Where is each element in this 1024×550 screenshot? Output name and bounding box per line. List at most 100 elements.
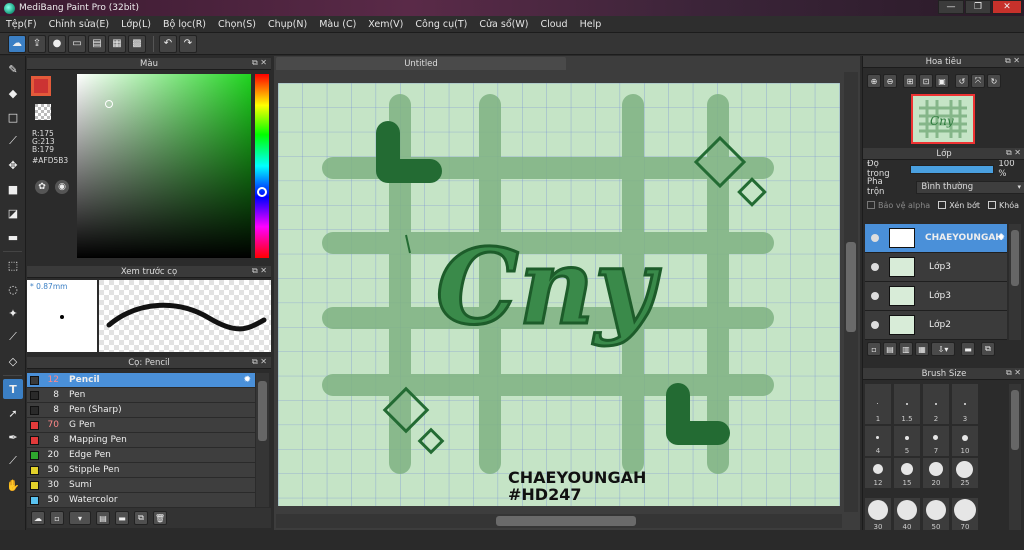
brush-page-icon[interactable]: ▤ [96,511,110,525]
fill-icon[interactable]: ■ [3,179,23,199]
panel-float-close-icon[interactable]: ⧉ ✕ [1006,368,1021,378]
brush-item-mapping-pen[interactable]: 8 Mapping Pen [27,433,255,448]
hue-slider-handle[interactable] [257,187,267,197]
transparent-color-swatch[interactable] [35,104,51,120]
folder-icon[interactable]: ▬ [115,511,129,525]
brush-size-cell[interactable]: 50 [923,498,949,532]
panel-icon[interactable]: ▦ [108,34,126,53]
brush-size-cell[interactable]: 70 [952,498,978,532]
brush-size-cell[interactable]: 7 [923,426,949,456]
fit-icon[interactable]: ⊞ [903,74,917,88]
new-brush-icon[interactable]: ▫ [50,511,64,525]
gear-icon[interactable]: ✹ [997,233,1005,243]
hand-icon[interactable]: ✋ [3,475,23,495]
layer-item[interactable]: Lớp2 [865,311,1007,340]
menu-color[interactable]: Màu (C) [313,19,362,30]
layer-item[interactable]: CHAEYOUNGAH ✹ [865,224,1007,253]
cloud-icon[interactable]: ☁ [8,34,26,53]
bucket-icon[interactable]: ◪ [3,203,23,223]
brush-item-stipple-pen[interactable]: 50 Stipple Pen [27,463,255,478]
scrollbar-thumb[interactable] [1011,390,1019,450]
menu-layer[interactable]: Lớp(L) [115,19,157,30]
close-button[interactable]: ✕ [992,0,1022,14]
brush-size-cell[interactable]: 5 [894,426,920,456]
lock-checkbox[interactable] [987,201,996,209]
zoom-in-icon[interactable]: ⊕ [867,74,881,88]
brush-item-pencil[interactable]: 12 Pencil ✹ [27,373,255,388]
rotate-right-icon[interactable]: ↻ [987,74,1001,88]
brush-size-cell[interactable]: 4 [865,426,891,456]
menu-help[interactable]: Help [574,19,608,30]
brush-item-pen[interactable]: 8 Pen [27,388,255,403]
gradient-icon[interactable]: ▬ [3,227,23,247]
halftone-layer-icon[interactable]: ▦ [915,342,929,356]
magic-wand-icon[interactable]: ✦ [3,303,23,323]
navigator-thumbnail[interactable]: Cny [911,94,975,144]
menu-edit[interactable]: Chỉnh sửa(E) [43,19,116,30]
lasso-icon[interactable]: ◌ [3,279,23,299]
dropper-icon[interactable]: ⟋ [3,451,23,471]
brush-select-icon[interactable]: ⟋ [3,131,23,151]
share-icon[interactable]: ⇪ [28,34,46,53]
comment-icon[interactable]: ▭ [68,34,86,53]
layer-list-scrollbar[interactable] [1009,224,1021,340]
brush-size-cell[interactable]: 40 [894,498,920,532]
grid-icon[interactable]: ▩ [128,34,146,53]
eye-icon[interactable] [871,292,879,300]
actual-size-icon[interactable]: ⊡ [919,74,933,88]
eyedropper-icon[interactable]: ✒ [3,427,23,447]
color-wheel-icon[interactable]: ◉ [55,180,69,194]
menu-select[interactable]: Chọn(S) [212,19,262,30]
eye-icon[interactable] [871,263,879,271]
scrollbar-thumb[interactable] [846,242,856,332]
add-layer-menu-icon[interactable]: ⇩▾ [931,342,955,356]
panel-float-close-icon[interactable]: ⧉ ✕ [1005,56,1020,66]
color-picker-handle[interactable] [105,100,113,108]
scrollbar-thumb[interactable] [258,381,267,441]
rectangle-icon[interactable]: □ [3,107,23,127]
menu-snap[interactable]: Chụp(N) [262,19,313,30]
select-eraser-icon[interactable]: ◇ [3,351,23,371]
foreground-color-swatch[interactable] [31,76,51,96]
brush-item-pen-sharp[interactable]: 8 Pen (Sharp) [27,403,255,418]
minimize-button[interactable]: — [938,0,964,14]
opacity-slider[interactable] [909,164,995,174]
brush-item-edge-pen[interactable]: 20 Edge Pen [27,448,255,463]
eraser-icon[interactable]: ◆ [3,83,23,103]
rect-select-icon[interactable]: ⬚ [3,255,23,275]
menu-cloud[interactable]: Cloud [534,19,573,30]
fill-screen-icon[interactable]: ▣ [935,74,949,88]
brush-size-cell[interactable]: 1.5 [894,394,920,424]
menu-window[interactable]: Cửa sổ(W) [473,19,534,30]
menu-file[interactable]: Tệp(F) [0,19,43,30]
new-layer-8bit-icon[interactable]: ▤ [883,342,897,356]
undo-icon[interactable]: ↶ [159,34,177,53]
document-tab[interactable]: Untitled [276,57,566,70]
protect-alpha-checkbox[interactable] [867,201,875,209]
scrollbar-thumb[interactable] [1011,230,1019,286]
brush-size-cell[interactable]: 20 [923,458,949,488]
brush-item-watercolor[interactable]: 50 Watercolor [27,493,255,508]
hue-slider[interactable] [255,74,269,258]
panel-float-close-icon[interactable]: ⧉ ✕ [252,357,267,367]
text-icon[interactable]: T [3,379,23,399]
redo-icon[interactable]: ↷ [179,34,197,53]
brush-size-cell[interactable]: 12 [865,458,891,488]
brush-size-cell[interactable]: 3 [952,394,978,424]
brush-size-scrollbar[interactable] [1009,384,1021,544]
saturation-value-picker[interactable] [77,74,251,258]
new-layer-icon[interactable]: ▫ [867,342,881,356]
menu-filter[interactable]: Bộ lọc(R) [157,19,212,30]
panel-float-close-icon[interactable]: ⧉ ✕ [252,58,267,68]
document-canvas[interactable]: Cny CHAEYOUNGAH #HD247 [278,83,840,506]
trash-icon[interactable]: 🗑 [153,511,167,525]
zoom-out-icon[interactable]: ⊖ [883,74,897,88]
canvas-vertical-scrollbar[interactable] [844,72,858,512]
brush-cloud-icon[interactable]: ☁ [31,511,45,525]
eye-icon[interactable] [871,321,879,329]
layer-item[interactable]: Lớp3 [865,253,1007,282]
menu-view[interactable]: Xem(V) [362,19,409,30]
duplicate-layer-icon[interactable]: ⧉ [981,342,995,356]
layer-item[interactable]: Lớp3 [865,282,1007,311]
brush-size-cell[interactable]: 10 [952,426,978,456]
